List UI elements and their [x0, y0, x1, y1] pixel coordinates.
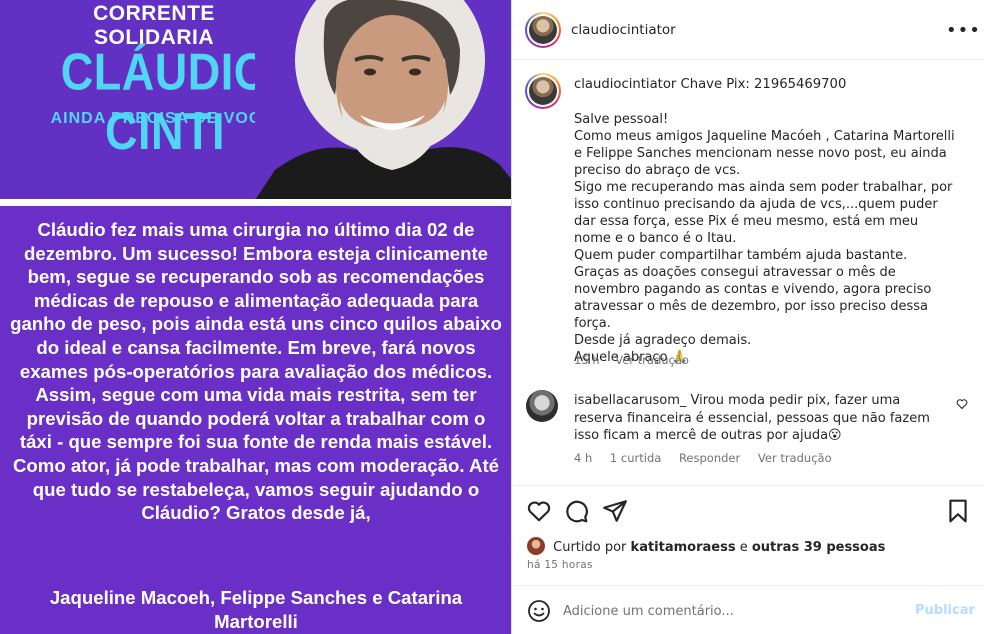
- image-banner: CORRENTE SOLIDARIA CLÁUDIO CINTI AINDA P…: [0, 0, 511, 200]
- share-icon[interactable]: [602, 498, 628, 524]
- post-header: claudiocintiator •••: [513, 0, 984, 60]
- action-bar: [513, 485, 984, 537]
- caption-author-avatar[interactable]: [525, 73, 561, 109]
- commenter-username-link[interactable]: isabellacarusom_: [574, 393, 686, 408]
- heart-icon[interactable]: [526, 498, 552, 524]
- image-divider: [0, 199, 511, 206]
- comment-like-heart-icon[interactable]: [956, 398, 968, 410]
- liker-avatar[interactable]: [527, 537, 545, 555]
- caption-username-link[interactable]: claudiocintiator: [574, 77, 676, 92]
- caption-time: 15 h: [574, 353, 600, 367]
- publish-button[interactable]: Publicar: [915, 603, 975, 618]
- header-username-link[interactable]: claudiocintiator: [571, 22, 676, 38]
- comment-bar: Publicar: [513, 585, 984, 634]
- likes-summary: Curtido por katitamoraess e outras 39 pe…: [527, 537, 885, 555]
- portrait-photo: [255, 0, 511, 200]
- post-details-panel: claudiocintiator ••• claudiocintiator Ch…: [513, 0, 984, 634]
- post-timestamp: há 15 horas: [527, 559, 593, 571]
- more-horizontal-icon[interactable]: •••: [946, 20, 981, 41]
- comment-body: isabellacarusom_ Virou moda pedir pix, f…: [574, 392, 944, 445]
- bookmark-icon[interactable]: [945, 498, 971, 524]
- post-image: CORRENTE SOLIDARIA CLÁUDIO CINTI AINDA P…: [0, 0, 512, 634]
- likes-prefix: Curtido por: [553, 540, 627, 555]
- caption-line: Graças as doações consegui atravessar o …: [574, 265, 932, 331]
- image-signature: Jaqueline Macoeh, Felippe Sanches e Cata…: [49, 587, 463, 632]
- caption-line: Desde já agradeço demais.: [574, 333, 752, 348]
- caption-line: Quem puder compartilhar também ajuda bas…: [574, 248, 908, 263]
- comment-time: 4 h: [574, 451, 593, 465]
- liker-username-link[interactable]: katitamoraess: [631, 540, 736, 555]
- comment-translate-link[interactable]: Ver tradução: [758, 451, 832, 465]
- caption-header-line: claudiocintiator Chave Pix: 21965469700: [574, 77, 846, 92]
- caption-line: Sigo me recuperando mas ainda sem poder …: [574, 180, 953, 246]
- likes-conjunction: e: [739, 540, 748, 555]
- emoji-icon[interactable]: [527, 599, 551, 623]
- comment-input[interactable]: [563, 598, 903, 624]
- caption-text: Salve pessoal! Como meus amigos Jaquelin…: [574, 111, 959, 366]
- caption-headline: Chave Pix: 21965469700: [680, 77, 847, 92]
- comment-meta: 4 h 1 curtida Responder Ver tradução: [574, 451, 846, 465]
- caption-meta: 15 h Ver tradução: [574, 353, 701, 367]
- likes-others-link[interactable]: outras 39 pessoas: [752, 540, 886, 555]
- author-avatar[interactable]: [525, 12, 561, 48]
- image-message-text: Cláudio fez mais uma cirurgia no último …: [10, 219, 502, 524]
- comment-reply-button[interactable]: Responder: [679, 451, 740, 465]
- comment-likes-count[interactable]: 1 curtida: [610, 451, 661, 465]
- caption-line: Como meus amigos Jaqueline Macóeh , Cata…: [574, 129, 955, 178]
- caption-line: Salve pessoal!: [574, 112, 669, 127]
- commenter-avatar[interactable]: [526, 390, 558, 422]
- caption-translate-link[interactable]: Ver tradução: [615, 353, 689, 367]
- comment-icon[interactable]: [563, 498, 589, 524]
